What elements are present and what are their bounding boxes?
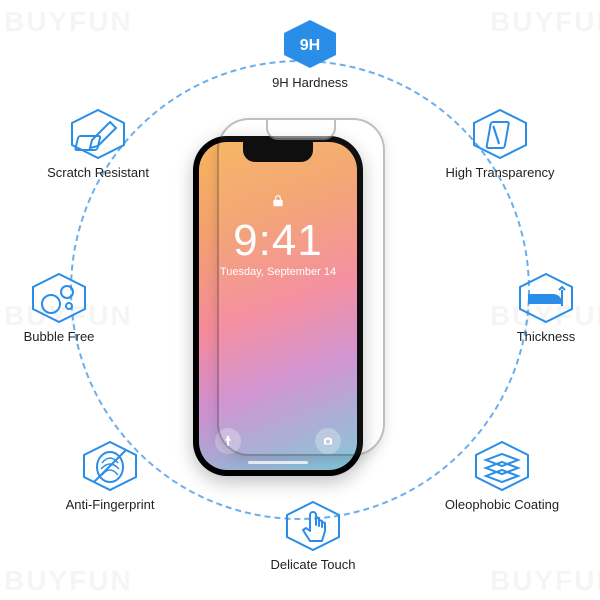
feature-label: Oleophobic Coating xyxy=(432,498,572,513)
fingerprint-icon xyxy=(80,440,140,492)
scratch-icon xyxy=(68,108,128,160)
nine-h-icon: 9H xyxy=(280,18,340,70)
feature-delicate-touch: Delicate Touch xyxy=(258,500,368,573)
feature-label: Scratch Resistant xyxy=(38,166,158,181)
svg-text:9H: 9H xyxy=(300,37,320,54)
feature-high-transparency: High Transparency xyxy=(445,108,555,181)
feature-label: Bubble Free xyxy=(14,330,104,345)
thickness-icon xyxy=(516,272,576,324)
feature-label: Anti-Fingerprint xyxy=(50,498,170,513)
feature-anti-fingerprint: Anti-Fingerprint xyxy=(50,440,170,513)
protector-notch xyxy=(266,120,336,140)
layers-icon xyxy=(472,440,532,492)
feature-label: 9H Hardness xyxy=(270,76,350,91)
bubbles-icon xyxy=(29,272,89,324)
infographic-stage: 9:41 Tuesday, September 14 9H 9H Hardnes… xyxy=(0,0,600,600)
home-indicator xyxy=(248,461,308,464)
product-center: 9:41 Tuesday, September 14 xyxy=(215,130,385,470)
feature-label: Thickness xyxy=(506,330,586,345)
feature-scratch-resistant: Scratch Resistant xyxy=(38,108,158,181)
feature-oleophobic-coating: Oleophobic Coating xyxy=(432,440,572,513)
feature-label: Delicate Touch xyxy=(258,558,368,573)
screen-protector-overlay xyxy=(217,118,385,456)
feature-bubble-free: Bubble Free xyxy=(14,272,104,345)
transparency-icon xyxy=(470,108,530,160)
feature-9h-hardness: 9H 9H Hardness xyxy=(270,18,350,91)
touch-icon xyxy=(283,500,343,552)
feature-thickness: Thickness xyxy=(506,272,586,345)
phone-mockup: 9:41 Tuesday, September 14 xyxy=(193,136,363,476)
feature-label: High Transparency xyxy=(445,166,555,181)
